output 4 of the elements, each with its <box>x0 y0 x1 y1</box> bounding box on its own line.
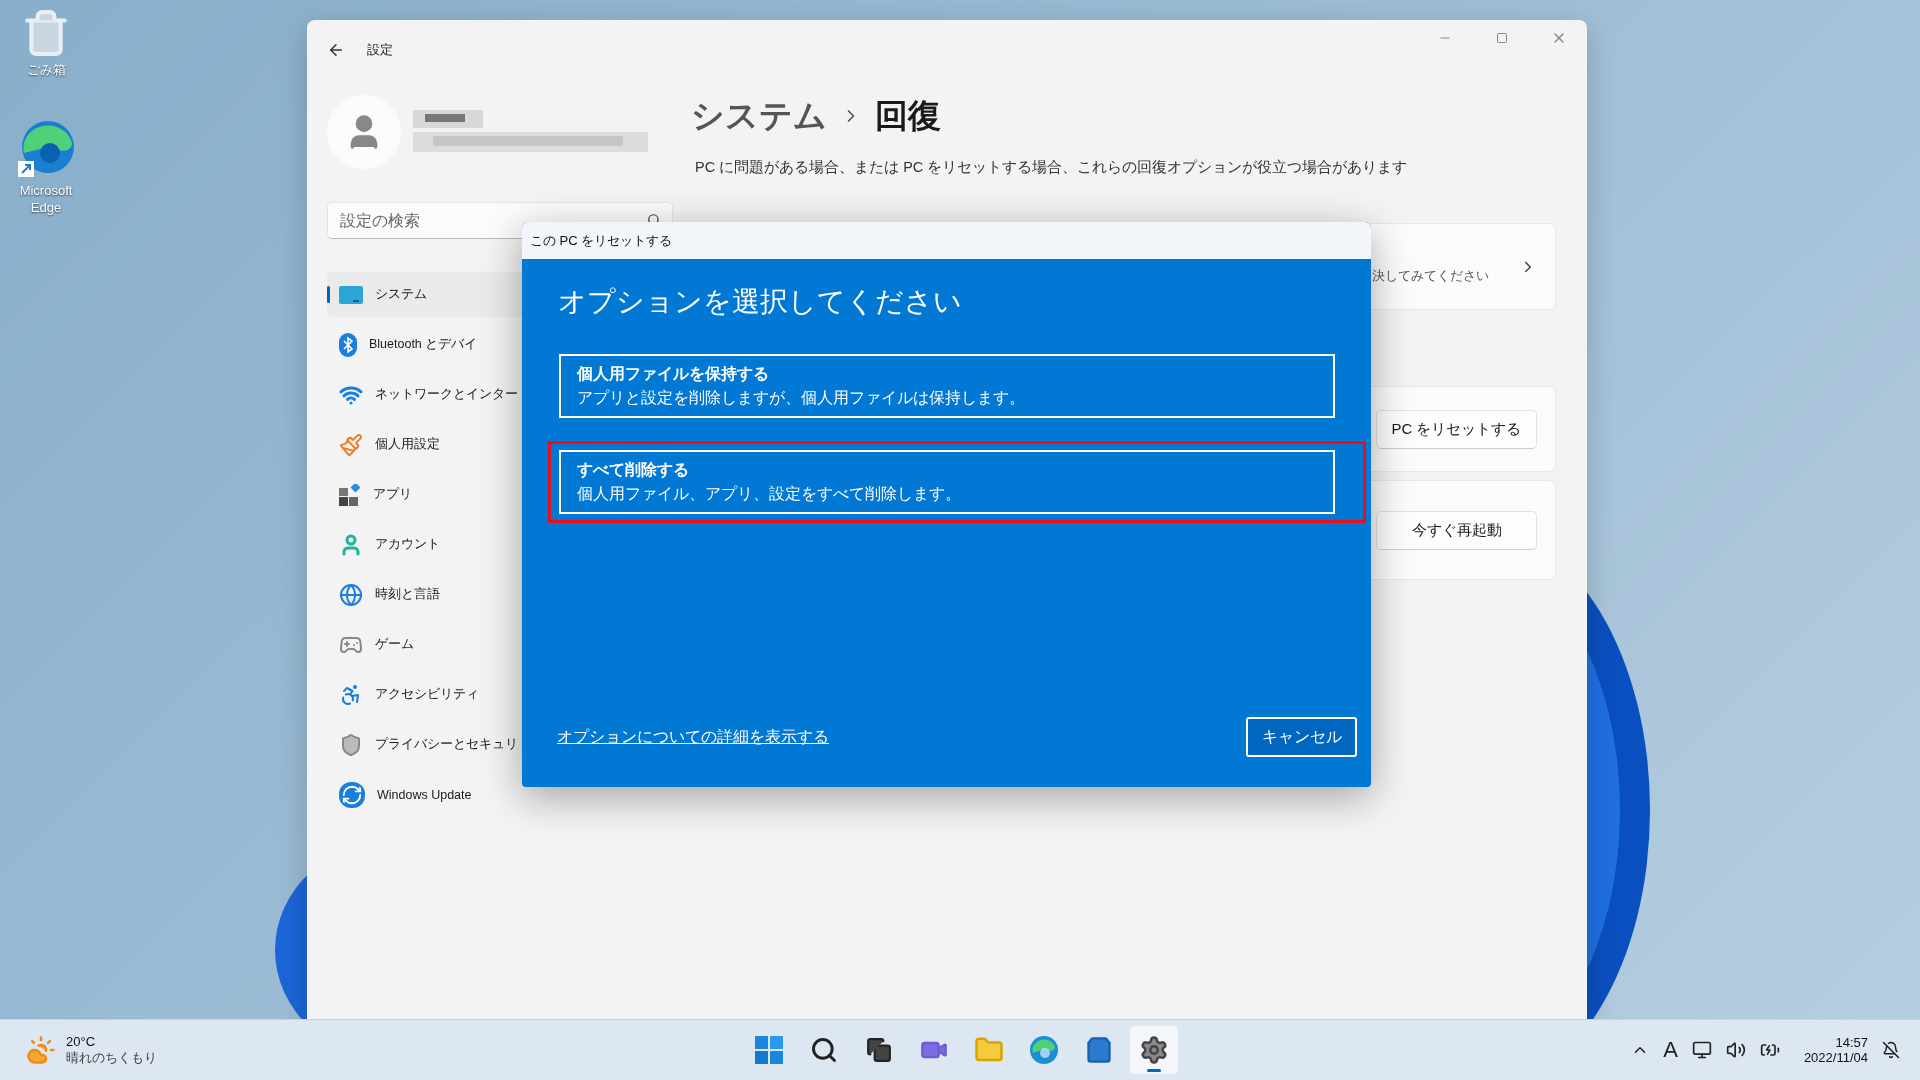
card-text: 決してみてください <box>1372 266 1489 285</box>
window-title: 設定 <box>367 41 393 59</box>
page-description: PC に問題がある場合、または PC をリセットする場合、これらの回復オプションが役立つ場合があります <box>694 158 1409 177</box>
page-title: 回復 <box>875 95 941 136</box>
